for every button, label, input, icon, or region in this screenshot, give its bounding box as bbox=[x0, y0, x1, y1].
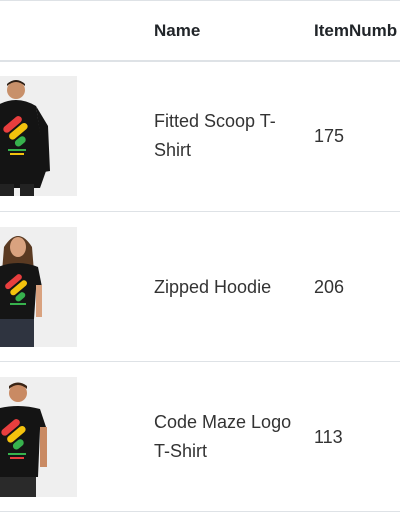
row-divider bbox=[0, 511, 400, 512]
column-header-item-number: ItemNumb bbox=[314, 21, 398, 40]
product-name: Fitted Scoop T-Shirt bbox=[154, 111, 276, 160]
column-header-name: Name bbox=[154, 21, 201, 40]
table-row: Fitted Scoop T-Shirt 175 bbox=[0, 61, 400, 211]
product-image-woman-tshirt bbox=[0, 227, 77, 347]
table-header: Name ItemNumb bbox=[0, 1, 400, 60]
table-row: Zipped Hoodie 206 bbox=[0, 212, 400, 362]
products-table: Name ItemNumb Fitted Scoop T-Shirt 175 Z… bbox=[0, 0, 400, 516]
product-name: Zipped Hoodie bbox=[154, 276, 272, 297]
product-item-number: 113 bbox=[314, 426, 343, 447]
product-image-hooded-jacket bbox=[0, 76, 77, 196]
product-name: Code Maze Logo T-Shirt bbox=[154, 412, 292, 461]
table-row: Code Maze Logo T-Shirt 113 bbox=[0, 362, 400, 512]
product-item-number: 175 bbox=[314, 125, 345, 146]
product-item-number: 206 bbox=[314, 276, 345, 297]
product-image-man-tshirt bbox=[0, 377, 77, 497]
